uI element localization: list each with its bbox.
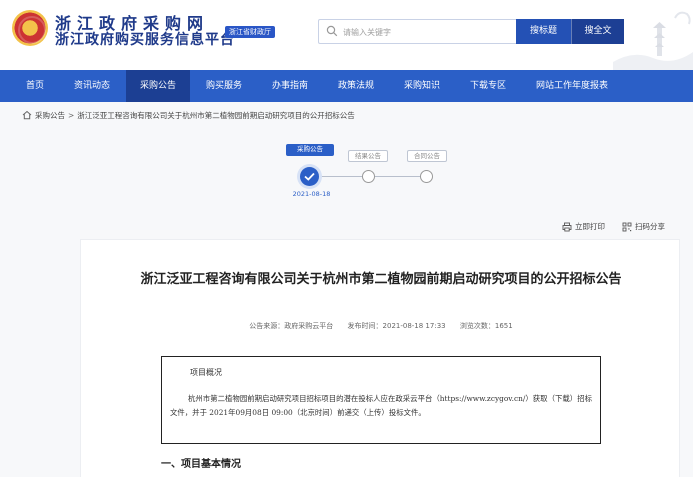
article-title: 浙江泛亚工程咨询有限公司关于杭州市第二植物园前期启动研究项目的公开招标公告: [140, 272, 622, 287]
printer-icon: [562, 222, 572, 231]
step-label-procurement-notice: 采购公告: [286, 144, 334, 156]
step-pending-dot: [362, 170, 375, 183]
search-input[interactable]: [343, 23, 513, 41]
article-publish-time: 发布时间：2021-08-18 17:33: [347, 322, 446, 330]
nav-item-policies[interactable]: 政策法规: [324, 70, 388, 102]
step-completed-check-icon: [300, 167, 319, 186]
project-summary-box: 项目概况 杭州市第二植物园前期启动研究项目招标项目的潜在投标人应在政采云平台（h…: [161, 356, 601, 444]
summary-text: 杭州市第二植物园前期启动研究项目招标项目的潜在投标人应在政采云平台（https:…: [170, 394, 592, 417]
article-view-count: 浏览次数：1651: [459, 322, 513, 330]
nav-item-purchase-services[interactable]: 购买服务: [192, 70, 256, 102]
nav-item-procurement-notices[interactable]: 采购公告: [126, 70, 190, 102]
article-source: 公告来源：政府采购云平台: [249, 322, 334, 330]
breadcrumb: 采购公告 > 浙江泛亚工程咨询有限公司关于杭州市第二植物园前期启动研究项目的公开…: [22, 108, 355, 122]
home-icon: [22, 110, 32, 120]
summary-heading: 项目概况: [190, 368, 222, 377]
nav-item-knowledge[interactable]: 采购知识: [390, 70, 454, 102]
share-qrcode-button[interactable]: 扫码分享: [622, 221, 665, 232]
step-label-contract-notice: 合同公告: [407, 150, 447, 162]
step-pending-dot: [420, 170, 433, 183]
step-date: 2021-08-18: [292, 190, 331, 198]
nav-item-annual-report[interactable]: 网站工作年度报表: [522, 70, 622, 102]
qrcode-icon: [622, 222, 632, 231]
print-button[interactable]: 立即打印: [562, 221, 605, 232]
nav-item-downloads[interactable]: 下载专区: [456, 70, 520, 102]
section-heading: 一、项目基本情况: [161, 459, 241, 470]
nav-item-news[interactable]: 资讯动态: [60, 70, 124, 102]
national-emblem-logo[interactable]: [12, 10, 48, 46]
breadcrumb-current: 浙江泛亚工程咨询有限公司关于杭州市第二植物园前期启动研究项目的公开招标公告: [77, 110, 355, 120]
article-meta: 公告来源：政府采购云平台 发布时间：2021-08-18 17:33 浏览次数：…: [81, 321, 681, 331]
step-label-result-notice: 结果公告: [348, 150, 388, 162]
search-icon: [326, 25, 338, 37]
site-subtitle[interactable]: 浙江政府购买服务信息平台: [55, 29, 235, 49]
step-connector: [375, 176, 420, 177]
pagoda-decoration-icon: [613, 11, 693, 70]
breadcrumb-root-link[interactable]: 采购公告: [35, 110, 65, 121]
search-box: [318, 19, 516, 44]
share-label: 扫码分享: [635, 222, 665, 231]
step-connector: [319, 176, 362, 177]
site-header: 浙江政府采购网 浙江政府购买服务信息平台 浙江省财政厅 搜标题 搜全文: [0, 0, 693, 70]
search-title-button[interactable]: 搜标题: [516, 19, 571, 44]
main-navigation: 首页 资讯动态 采购公告 购买服务 办事指南 政策法规 采购知识 下载专区 网站…: [0, 70, 693, 102]
article-card: 浙江泛亚工程咨询有限公司关于杭州市第二植物园前期启动研究项目的公开招标公告 公告…: [80, 239, 680, 477]
nav-item-guide[interactable]: 办事指南: [258, 70, 322, 102]
nav-item-home[interactable]: 首页: [12, 70, 58, 102]
department-badge: 浙江省财政厅: [225, 26, 275, 38]
print-label: 立即打印: [575, 222, 605, 231]
breadcrumb-separator: >: [68, 110, 75, 120]
